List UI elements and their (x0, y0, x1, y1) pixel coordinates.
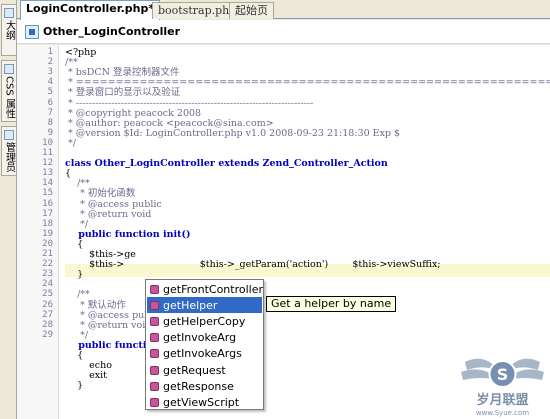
line-number: 17 (42, 208, 53, 219)
autocomplete-tooltip: Get a helper by name (266, 296, 397, 312)
svg-text:S: S (497, 365, 509, 384)
autocomplete-popup[interactable]: getFrontController getHelper getHelperCopy… (145, 279, 264, 410)
line-number: 7 (47, 107, 53, 118)
method-icon (150, 316, 159, 326)
autocomplete-item[interactable]: getInvokeArgs (147, 346, 262, 362)
code-line[interactable]: class Other_LoginController extends Zend… (65, 157, 388, 170)
line-number: 16 (42, 198, 53, 209)
breadcrumb[interactable]: Other_LoginController (17, 20, 550, 44)
autocomplete-item-label: getInvokeArgs (163, 347, 242, 361)
watermark-url: www.Syue.com (476, 409, 529, 417)
autocomplete-item-label: getFrontController (163, 282, 263, 296)
side-tab-admin[interactable]: 管理员 (1, 126, 16, 176)
side-tab-label: CSS 属性 (3, 76, 15, 119)
line-number: 23 (42, 269, 53, 280)
line-number: 22 (42, 259, 53, 270)
side-tool-strip: 大纲 CSS 属性 管理员 (0, 0, 17, 419)
line-number: 10 (42, 137, 53, 148)
tab-start-page[interactable]: 起始页 (229, 2, 274, 19)
autocomplete-item-label: getResponse (163, 379, 234, 393)
line-number: 14 (42, 178, 53, 189)
line-number: 15 (42, 188, 53, 199)
method-icon (150, 349, 159, 359)
side-tab-label: 大纲 (3, 20, 15, 40)
autocomplete-item[interactable]: getRequest (147, 362, 262, 378)
admin-icon (4, 130, 14, 140)
autocomplete-item-label: getInvokeArg (163, 331, 237, 345)
line-number: 6 (47, 97, 53, 108)
side-tab-css-properties[interactable]: CSS 属性 (1, 60, 16, 122)
line-number: 12 (42, 158, 53, 169)
autocomplete-item[interactable]: getHelperCopy (147, 313, 262, 329)
code-line[interactable]: } (65, 379, 83, 392)
line-number: 4 (47, 77, 53, 88)
method-icon (150, 284, 159, 294)
line-number: 20 (42, 238, 53, 249)
autocomplete-item-label: getViewScript (163, 395, 240, 409)
autocomplete-item[interactable]: getHelper (147, 297, 262, 314)
line-number: 19 (42, 228, 53, 239)
code-line[interactable]: */ (65, 137, 76, 150)
line-number: 3 (47, 67, 53, 78)
autocomplete-item-label: getRequest (163, 363, 226, 377)
watermark-text: 岁月联盟 (476, 392, 528, 408)
line-number: 2 (47, 57, 53, 68)
code-line[interactable]: $this-> $this->_getParam('action') $this… (65, 258, 440, 271)
class-icon (25, 24, 39, 39)
line-number: 28 (42, 319, 53, 330)
line-number: 5 (47, 87, 53, 98)
autocomplete-item[interactable]: getFrontController (147, 281, 263, 297)
autocomplete-item[interactable]: getViewScript (147, 394, 262, 409)
tab-login-controller[interactable]: LoginController.php* (20, 0, 161, 20)
method-icon (150, 397, 159, 407)
line-number: 8 (47, 117, 53, 128)
code-line[interactable]: * @version $Id: LoginController.php v1.0… (65, 127, 400, 140)
line-number: 29 (42, 329, 53, 340)
method-icon (150, 381, 159, 391)
autocomplete-item-label: getHelperCopy (163, 314, 246, 328)
breadcrumb-label: Other_LoginController (43, 25, 180, 38)
line-number: 25 (42, 289, 53, 300)
method-icon (150, 300, 159, 310)
line-number: 9 (47, 127, 53, 138)
code-line[interactable]: public function init() (65, 228, 190, 241)
watermark-logo: S 岁月联盟 www.Syue.com (461, 358, 544, 417)
css-properties-icon (4, 64, 14, 74)
line-number: 18 (42, 218, 53, 229)
autocomplete-item[interactable]: getInvokeArg (147, 330, 262, 346)
autocomplete-item-label: getHelper (163, 298, 218, 312)
line-number: 11 (42, 148, 53, 158)
line-number: 21 (42, 249, 53, 259)
outline-icon (4, 8, 14, 18)
method-icon (150, 365, 159, 375)
autocomplete-item[interactable]: getResponse (147, 378, 262, 394)
editor-tab-bar: LoginController.php* bootstrap.php 起始页 (17, 0, 550, 20)
line-number: 1 (47, 47, 53, 57)
side-tab-outline[interactable]: 大纲 (1, 4, 16, 56)
method-icon (150, 333, 159, 343)
line-number: 26 (42, 299, 53, 310)
code-line[interactable]: } (65, 268, 83, 281)
side-tab-label: 管理员 (3, 142, 15, 172)
line-number: 13 (42, 168, 53, 179)
line-number-gutter: 1 2 3 4 5 6 7 8 9 10 11 12 13 14 15 16 17 18 19 20 21 22 23 24 2… (17, 45, 59, 419)
line-number: 24 (42, 279, 53, 290)
line-number: 27 (42, 309, 53, 320)
